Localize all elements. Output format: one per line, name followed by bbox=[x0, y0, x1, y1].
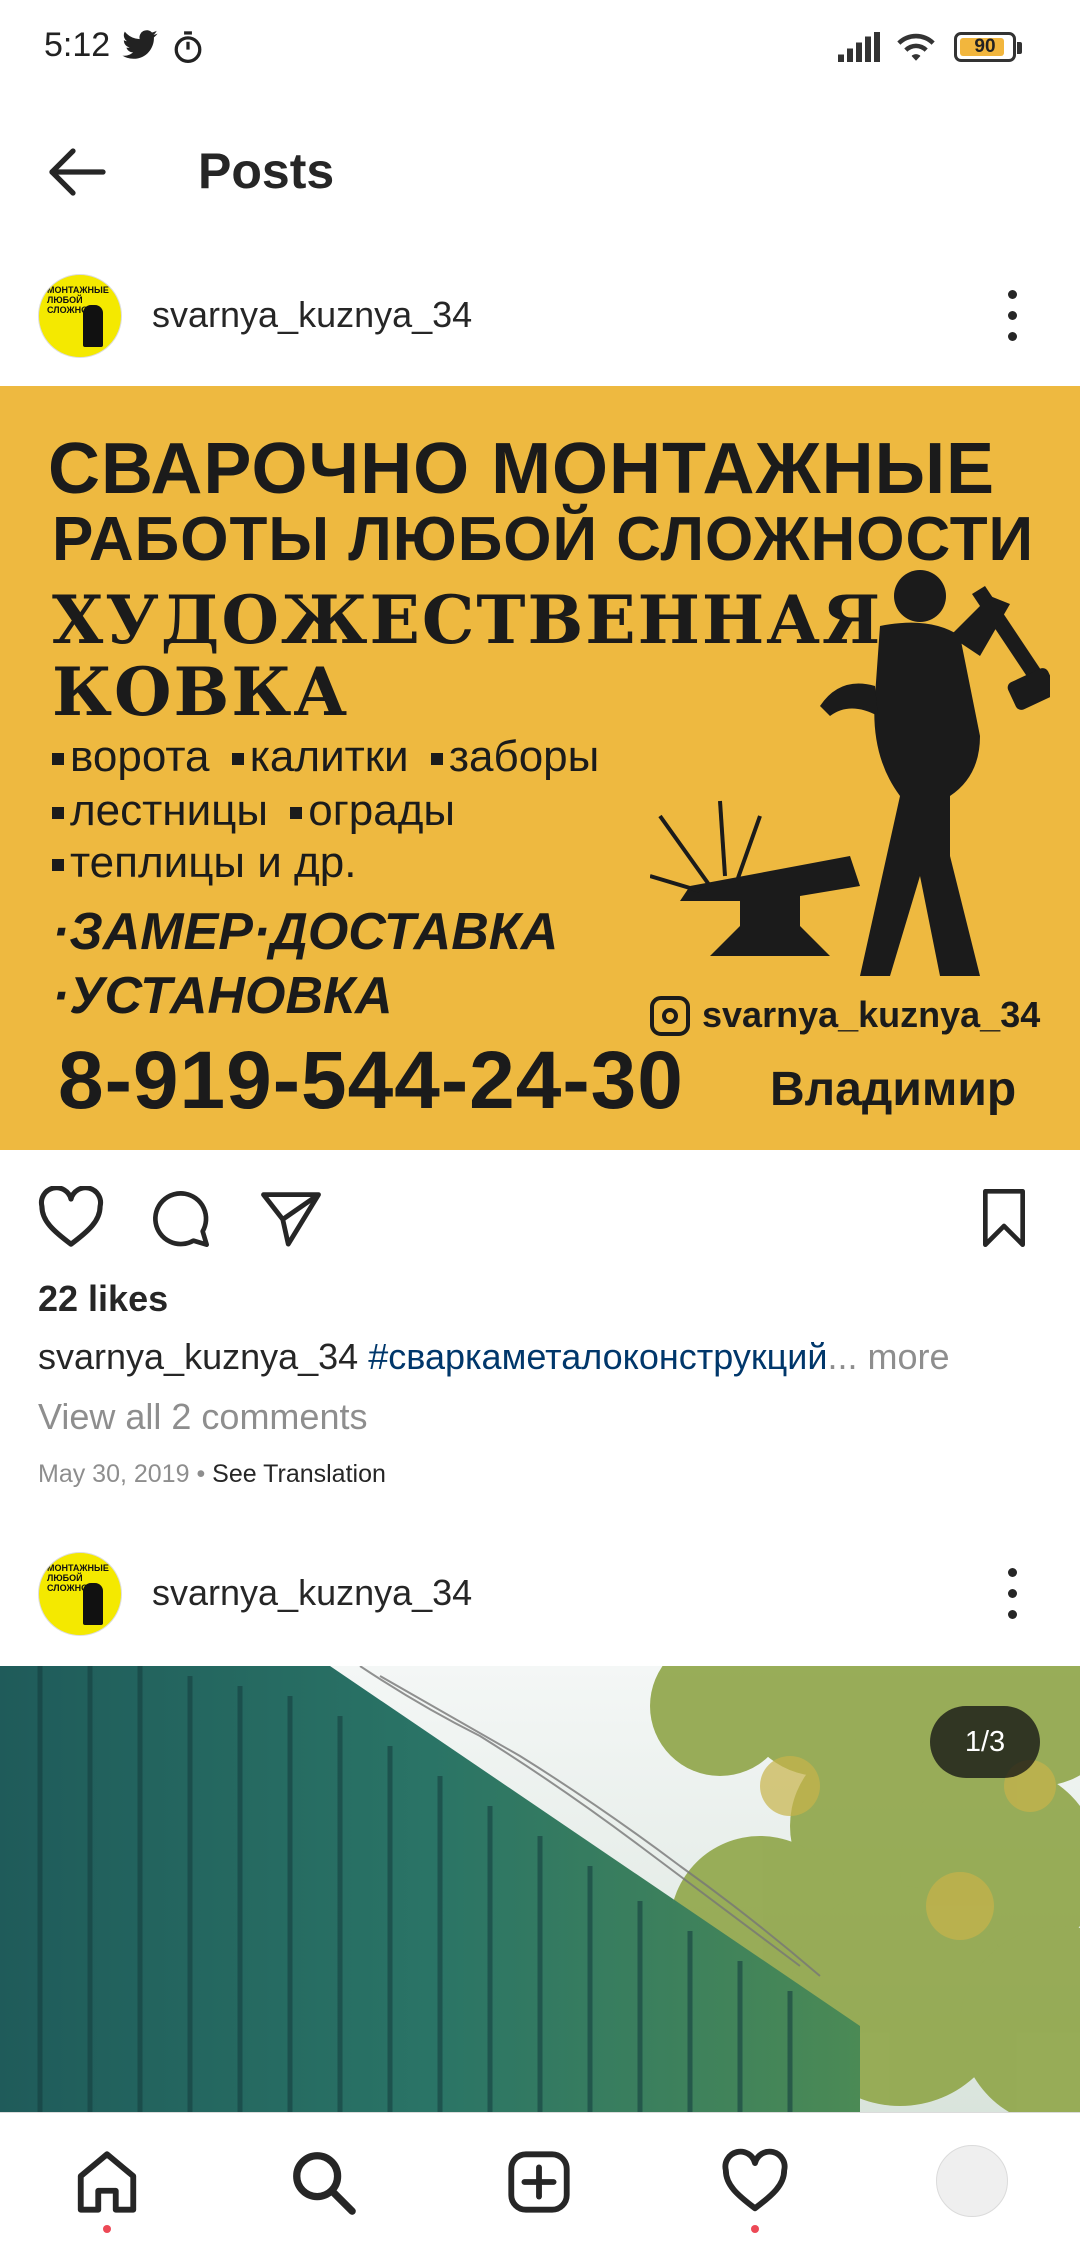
date-separator: • bbox=[196, 1460, 206, 1488]
activity-icon[interactable] bbox=[720, 2147, 790, 2217]
wifi-icon bbox=[897, 33, 935, 61]
home-notification-dot bbox=[103, 2225, 111, 2233]
bookmark-icon[interactable] bbox=[976, 1186, 1032, 1250]
battery-icon: 90 bbox=[954, 32, 1022, 62]
post-image[interactable]: СВАРОЧНО МОНТАЖНЫЕ РАБОТЫ ЛЮБОЙ СЛОЖНОСТ… bbox=[0, 386, 1080, 1150]
caption-username[interactable]: svarnya_kuznya_34 bbox=[38, 1336, 358, 1377]
caption-more-link[interactable]: more bbox=[867, 1336, 949, 1377]
fence-photo bbox=[0, 1666, 1080, 2112]
avatar-2[interactable]: МОНТАЖНЫЕ ЛЮБОЙ СЛОЖНОСТ bbox=[38, 1552, 122, 1636]
post-header: МОНТАЖНЫЕ ЛЮБОЙ СЛОЖНОСТ svarnya_kuznya_… bbox=[0, 250, 1080, 380]
twitter-icon bbox=[122, 30, 158, 59]
banner-line1: СВАРОЧНО МОНТАЖНЫЕ bbox=[48, 429, 996, 509]
share-icon[interactable] bbox=[258, 1186, 324, 1250]
activity-notification-dot bbox=[751, 2225, 759, 2233]
banner-bullets-row2: лестницы ограды bbox=[52, 786, 455, 836]
post-username[interactable]: svarnya_kuznya_34 bbox=[152, 294, 472, 336]
arrow-left-icon[interactable] bbox=[40, 136, 112, 208]
banner-service1: ·ЗАМЕР·ДОСТАВКА bbox=[52, 903, 559, 961]
avatar[interactable]: МОНТАЖНЫЕ ЛЮБОЙ СЛОЖНОСТ bbox=[38, 274, 122, 358]
see-translation-link[interactable]: See Translation bbox=[212, 1460, 386, 1488]
status-time: 5:12 bbox=[44, 26, 111, 64]
banner-service2: ·УСТАНОВКА bbox=[52, 967, 393, 1025]
banner-bullets-row3: теплицы и др. bbox=[52, 838, 356, 888]
avatar-text-2: МОНТАЖНЫЕ ЛЮБОЙ СЛОЖНОСТ bbox=[47, 1563, 109, 1593]
carousel-counter: 1/3 bbox=[930, 1706, 1040, 1778]
top-bar: Posts bbox=[0, 96, 1080, 244]
likes-count[interactable]: 22 likes bbox=[38, 1278, 168, 1320]
banner-bullets-row1: ворота калитки заборы bbox=[52, 732, 599, 782]
banner-contact-name: Владимир bbox=[770, 1063, 1017, 1116]
banner-phone: 8-919-544-24-30 bbox=[58, 1035, 684, 1126]
like-heart-icon[interactable] bbox=[36, 1186, 106, 1250]
more-options-icon-2[interactable] bbox=[998, 1564, 1028, 1624]
blacksmith-illustration bbox=[650, 570, 1050, 976]
comment-icon[interactable] bbox=[148, 1186, 212, 1250]
view-comments-link[interactable]: View all 2 comments bbox=[38, 1396, 367, 1438]
post-image-2[interactable] bbox=[0, 1666, 1080, 2112]
profile-avatar[interactable] bbox=[936, 2145, 1008, 2217]
page-title: Posts bbox=[198, 143, 335, 199]
avatar-text: МОНТАЖНЫЕ ЛЮБОЙ СЛОЖНОСТ bbox=[47, 285, 109, 315]
home-icon[interactable] bbox=[72, 2147, 142, 2217]
post-date-line: May 30, 2019 • See Translation bbox=[38, 1460, 386, 1489]
post-date: May 30, 2019 bbox=[38, 1460, 190, 1488]
post-caption: svarnya_kuznya_34 #сваркаметалоконструкц… bbox=[38, 1336, 950, 1378]
post-actions bbox=[0, 1176, 1080, 1260]
signal-icon bbox=[838, 32, 880, 62]
post-header-2: МОНТАЖНЫЕ ЛЮБОЙ СЛОЖНОСТ svarnya_kuznya_… bbox=[0, 1528, 1080, 1658]
status-bar: 5:12 90 bbox=[0, 0, 1080, 96]
instagram-icon bbox=[650, 996, 690, 1036]
new-post-icon[interactable] bbox=[504, 2147, 574, 2217]
search-icon[interactable] bbox=[288, 2147, 358, 2217]
battery-percentage: 90 bbox=[974, 36, 996, 57]
stopwatch-icon bbox=[174, 31, 202, 64]
post-username-2[interactable]: svarnya_kuznya_34 bbox=[152, 1572, 472, 1614]
bottom-nav bbox=[0, 2112, 1080, 2246]
caption-ellipsis: ... bbox=[827, 1336, 858, 1377]
caption-hashtag[interactable]: #сваркаметалоконструкций bbox=[368, 1336, 827, 1377]
more-options-icon[interactable] bbox=[998, 286, 1028, 346]
